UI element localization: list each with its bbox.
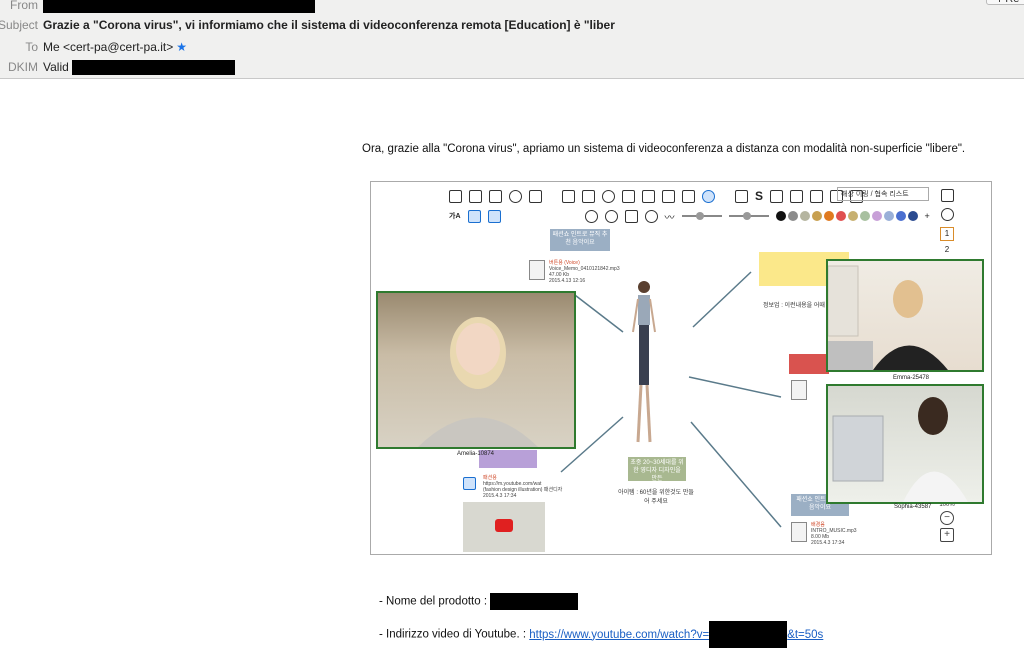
youtube-link-start: https://www.youtube.com/watch?v= — [529, 628, 710, 641]
star-icon[interactable]: ★ — [176, 40, 187, 54]
intro-text: Ora, grazie alla "Corona virus", apriamo… — [362, 143, 966, 155]
reply-label: Re — [1005, 0, 1019, 5]
to-value[interactable]: Me <cert-pa@cert-pa.it> ★ — [43, 37, 187, 57]
youtube-link[interactable]: https://www.youtube.com/watch?v= &t=50s — [529, 621, 824, 648]
file-item-1: 버튼용 (Voice) Voice_Memo_0410121842.mp3 47… — [549, 260, 620, 284]
red-node — [789, 354, 829, 374]
file-item-2: 배경음 INTRO_MUSIC.mp3 8.00 Mb 2015.4.3 17:… — [811, 522, 876, 546]
person-silhouette-2 — [828, 265, 948, 370]
person-silhouette-3 — [832, 397, 968, 502]
link-item-date: 2015.4.3 17:34 — [483, 493, 517, 499]
message-header: From ↰ Re Subject Grazie a "Corona virus… — [0, 0, 1024, 79]
to-address: Me <cert-pa@cert-pa.it> — [43, 40, 174, 54]
video-line: - Indirizzo video di Youtube. : https://… — [379, 621, 823, 648]
link-item: 패션용 https://m.youtube.com/wat (fashion d… — [483, 475, 563, 499]
redacted-product — [490, 593, 579, 610]
from-row: From ↰ Re — [0, 0, 1024, 15]
dkim-label: DKIM — [8, 60, 38, 74]
video-label: - Indirizzo video di Youtube. : — [379, 628, 527, 641]
participant-video-3 — [826, 384, 984, 504]
person-silhouette-1 — [418, 317, 538, 447]
dkim-value: Valid — [43, 57, 236, 77]
from-value — [43, 0, 315, 15]
file2-date: 2015.4.3 17:34 — [811, 540, 845, 546]
dkim-row: DKIM Valid — [0, 57, 1024, 77]
participant-name-3: Sophia-43587 — [894, 504, 932, 510]
participant-name-1: Amelia-10874 — [457, 451, 495, 457]
note-center: 아이템 : 60년을 위한것도 만들 어 주세요 — [618, 490, 694, 505]
from-label: From — [10, 0, 38, 12]
audio-file-icon-2 — [791, 380, 807, 400]
redacted-sender — [43, 0, 315, 14]
reply-icon: ↰ — [993, 0, 1005, 5]
fashion-model-illustration — [632, 281, 656, 443]
audio-file-icon — [529, 260, 545, 280]
play-icon — [495, 519, 513, 532]
youtube-link-end: &t=50s — [787, 628, 824, 641]
redacted-dkim — [72, 60, 236, 76]
redacted-video-id — [709, 621, 788, 648]
subject-value: Grazie a "Corona virus", vi informiamo c… — [43, 18, 615, 32]
node-top: 패션쇼 인트로 뮤직 추천 음악이요 — [550, 229, 610, 251]
embedded-screenshot: S 해상 이링 / 협속 리스트 가A 〰 + 1 2 100% − + 패션쇼… — [370, 181, 992, 555]
node-center: 초중 20~30세대를 위한 영디자 디자인을 만든 — [628, 457, 686, 482]
subject-row: Subject Grazie a "Corona virus", vi info… — [0, 15, 1024, 35]
to-label: To — [25, 40, 38, 54]
to-row: To Me <cert-pa@cert-pa.it> ★ — [0, 37, 1024, 57]
subject-label: Subject — [0, 18, 38, 32]
video-thumbnail — [463, 502, 545, 552]
reply-button[interactable]: ↰ Re — [986, 0, 1024, 5]
file1-date: 2015.4.13 12:16 — [549, 278, 586, 284]
participant-name-2: Emma-25478 — [893, 375, 930, 381]
music-file-icon — [791, 522, 807, 542]
product-label: - Nome del prodotto : — [379, 595, 488, 608]
participant-video-2 — [826, 259, 984, 372]
participant-video-1 — [376, 291, 576, 449]
link-icon — [463, 477, 476, 490]
dkim-status: Valid — [43, 60, 69, 74]
product-line: - Nome del prodotto : — [379, 593, 579, 610]
